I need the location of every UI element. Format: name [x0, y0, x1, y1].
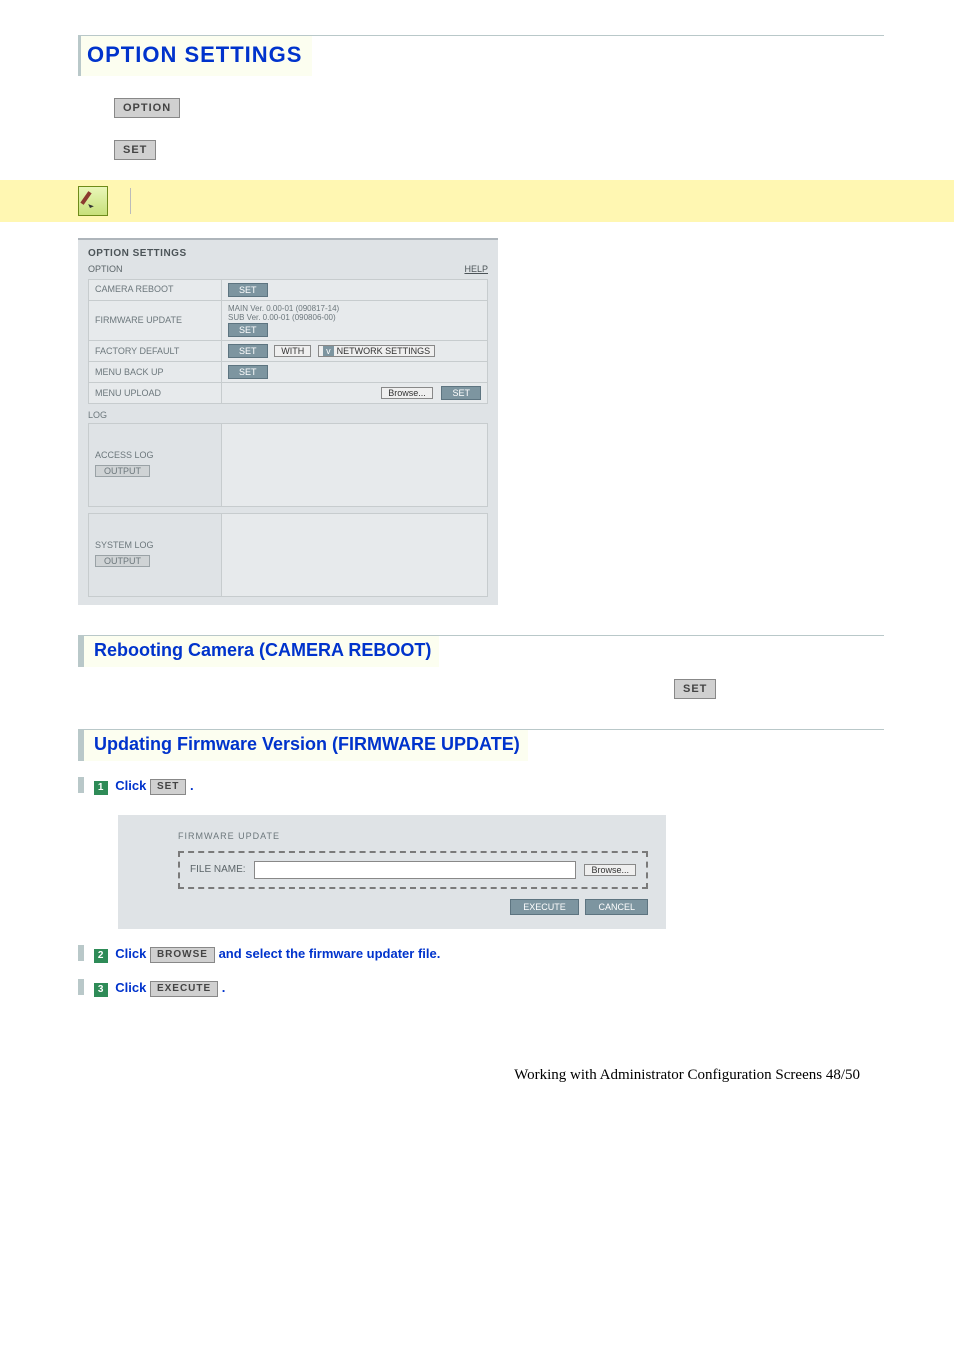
file-name-label: FILE NAME: [190, 864, 246, 875]
help-link[interactable]: HELP [464, 264, 488, 275]
page-title: OPTION SETTINGS [78, 36, 312, 76]
menu-upload-browse-button[interactable]: Browse... [381, 387, 433, 399]
option-chip: OPTION [114, 98, 180, 118]
divider [130, 188, 131, 214]
access-log-row: ACCESS LOG OUTPUT [88, 423, 488, 507]
step1-set-chip: SET [150, 779, 186, 795]
firmware-update-panel: FIRMWARE UPDATE FILE NAME: Browse... EXE… [118, 815, 666, 929]
pencil-icon [78, 186, 108, 216]
system-log-row: SYSTEM LOG OUTPUT [88, 513, 488, 605]
access-log-area [221, 423, 488, 507]
log-section: LOG [78, 404, 498, 423]
access-log-output-button[interactable]: OUTPUT [95, 465, 150, 478]
set-chip: SET [114, 140, 156, 160]
step3-b: . [222, 980, 226, 995]
step2-browse-chip: BROWSE [150, 947, 215, 963]
step2-a: Click [115, 946, 150, 961]
step2-b: and select the firmware updater file. [219, 946, 441, 961]
step1-a: Click [115, 778, 150, 793]
step3-a: Click [115, 980, 150, 995]
step-number-2: 2 [94, 949, 108, 963]
section-reboot: Rebooting Camera (CAMERA REBOOT) [78, 636, 439, 667]
factory-default-dropdown[interactable]: vNETWORK SETTINGS [318, 345, 435, 357]
reboot-set-chip: SET [674, 679, 716, 699]
access-log-label: ACCESS LOG [95, 450, 154, 460]
camera-reboot-set-button[interactable]: SET [228, 283, 268, 297]
chevron-down-icon: v [323, 346, 334, 356]
fw-cancel-button[interactable]: CANCEL [585, 899, 648, 915]
file-name-input[interactable] [254, 861, 577, 879]
menu-upload-set-button[interactable]: SET [441, 386, 481, 400]
panel-section: OPTION [88, 264, 123, 275]
system-log-area [221, 513, 488, 597]
page-footer: Working with Administrator Configuration… [78, 1067, 884, 1084]
row-menu-backup: MENU BACK UP [89, 361, 222, 382]
row-menu-upload: MENU UPLOAD [89, 382, 222, 403]
step-marker [78, 979, 84, 995]
step-number-1: 1 [94, 781, 108, 795]
firmware-main-ver: MAIN Ver. 0.00-01 (090817-14) [228, 304, 481, 314]
step3-execute-chip: EXECUTE [150, 981, 218, 997]
step-number-3: 3 [94, 983, 108, 997]
section-firmware: Updating Firmware Version (FIRMWARE UPDA… [78, 730, 528, 761]
factory-default-with: WITH [274, 345, 311, 357]
factory-default-set-button[interactable]: SET [228, 344, 268, 358]
system-log-label: SYSTEM LOG [95, 540, 154, 550]
firmware-update-set-button[interactable]: SET [228, 323, 268, 337]
firmware-sub-ver: SUB Ver. 0.00-01 (090806-00) [228, 313, 481, 323]
step1-b: . [190, 778, 194, 793]
system-log-output-button[interactable]: OUTPUT [95, 555, 150, 568]
row-factory-default: FACTORY DEFAULT [89, 340, 222, 361]
option-settings-panel: OPTION SETTINGS OPTION HELP CAMERA REBOO… [78, 238, 498, 605]
fw-execute-button[interactable]: EXECUTE [510, 899, 579, 915]
menu-backup-set-button[interactable]: SET [228, 365, 268, 379]
step-marker [78, 945, 84, 961]
fw-title: FIRMWARE UPDATE [178, 831, 648, 841]
fw-browse-button[interactable]: Browse... [584, 864, 636, 876]
row-camera-reboot: CAMERA REBOOT [89, 279, 222, 300]
panel-title: OPTION SETTINGS [78, 240, 498, 264]
step-marker [78, 777, 84, 793]
row-firmware-update: FIRMWARE UPDATE [89, 300, 222, 340]
